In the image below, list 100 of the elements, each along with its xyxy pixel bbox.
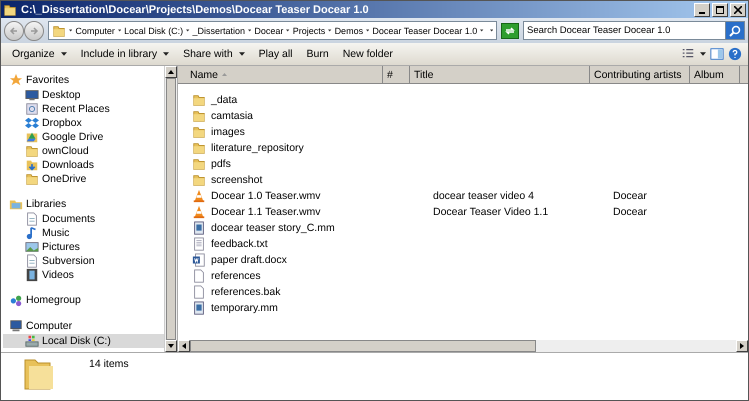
minimize-button[interactable]	[694, 2, 710, 16]
table-cell: Docear	[613, 206, 647, 218]
column-header[interactable]: Name	[186, 66, 383, 83]
toolbar-menu[interactable]: Share with	[178, 46, 250, 62]
dropbox-icon	[25, 116, 39, 130]
close-button[interactable]	[730, 2, 746, 16]
back-arrow-icon	[9, 26, 19, 36]
caret-icon	[238, 52, 245, 56]
file-name[interactable]: references.bak	[211, 286, 280, 298]
folder-icon	[192, 93, 206, 107]
nav-group[interactable]: Favorites	[9, 72, 164, 87]
recent-places-icon	[25, 102, 39, 116]
file-name[interactable]: screenshot	[211, 174, 262, 186]
chevron-icon	[186, 29, 190, 32]
file-name[interactable]: Docear 1.1 Teaser.wmv	[211, 206, 321, 218]
scroll-left-icon	[182, 343, 186, 349]
maximize-icon	[716, 6, 724, 14]
breadcrumb[interactable]: Projects	[292, 26, 326, 36]
computer-icon	[9, 318, 23, 332]
word-document-icon	[192, 253, 206, 267]
nav-item[interactable]: Music	[9, 226, 164, 240]
file-name[interactable]: Docear 1.0 Teaser.wmv	[211, 190, 321, 202]
caret-icon	[163, 52, 170, 56]
breadcrumb[interactable]: Docear	[254, 26, 284, 36]
nav-item[interactable]: Desktop	[9, 88, 164, 102]
folder-icon	[192, 109, 206, 123]
item-count: 14 items	[89, 358, 129, 370]
nav-item[interactable]: Downloads	[9, 158, 164, 172]
nav-group[interactable]: Homegroup	[9, 292, 164, 307]
file-name[interactable]: _data	[211, 94, 238, 106]
nav-group[interactable]: Computer	[9, 318, 164, 333]
table-cell: docear teaser video 4	[433, 190, 534, 202]
file-name[interactable]: docear teaser story_C.mm	[211, 222, 335, 234]
breadcrumb[interactable]: Computer	[75, 26, 115, 36]
nav-item[interactable]: Local Disk (C:)	[3, 334, 164, 348]
nav-group[interactable]: Libraries	[9, 196, 164, 211]
nav-item[interactable]: Subversion	[9, 254, 164, 268]
chevron-icon	[490, 29, 493, 32]
folder-icon	[3, 2, 17, 16]
toolbar-button[interactable]: Play all	[254, 46, 298, 62]
toolbar-button[interactable]: Burn	[302, 46, 334, 62]
toolbar-menu[interactable]: Organize	[7, 46, 72, 62]
file-name[interactable]: literature_repository	[211, 142, 304, 154]
back-button[interactable]	[4, 20, 24, 40]
scroll-up-icon	[168, 70, 174, 74]
disk-drive-icon	[25, 334, 39, 348]
breadcrumb[interactable]: Local Disk (C:)	[124, 26, 184, 36]
close-icon	[734, 6, 742, 14]
search-button[interactable]	[725, 21, 745, 40]
minimize-icon	[699, 12, 705, 14]
chevron-icon	[248, 29, 252, 32]
nav-item[interactable]: Dropbox	[9, 116, 164, 130]
nav-item[interactable]: Pictures	[9, 240, 164, 254]
nav-item[interactable]: OneDrive	[9, 172, 164, 186]
file-name[interactable]: paper draft.docx	[211, 254, 287, 266]
search-field[interactable]: Search Docear Teaser Docear 1.0	[523, 21, 725, 40]
blank-file-icon	[192, 285, 206, 299]
blank-file-icon	[192, 269, 206, 283]
chevron-icon	[366, 29, 370, 32]
column-header[interactable]: Title	[410, 66, 590, 83]
file-name[interactable]: references	[211, 270, 261, 282]
nav-item[interactable]: Documents	[9, 212, 164, 226]
column-header[interactable]: Contributing artists	[590, 66, 690, 83]
folder-icon	[192, 125, 206, 139]
breadcrumb[interactable]: Demos	[334, 26, 364, 36]
toolbar-button[interactable]: New folder	[338, 46, 398, 62]
chevron-icon	[69, 29, 72, 32]
downloads-folder-icon	[25, 158, 39, 172]
folder-icon	[192, 173, 206, 187]
traffic-cone-icon	[192, 205, 206, 219]
toolbar-menu[interactable]: Include in library	[76, 46, 174, 62]
help-icon[interactable]	[728, 47, 742, 61]
column-header[interactable]: Album	[690, 66, 740, 83]
folder-icon	[25, 144, 39, 158]
chevron-icon	[286, 29, 290, 32]
file-name[interactable]: images	[211, 126, 245, 138]
nav-item[interactable]: Google Drive	[9, 130, 164, 144]
forward-button[interactable]	[24, 20, 44, 40]
breadcrumb[interactable]: _Dissertation	[192, 26, 246, 36]
column-header[interactable]: #	[383, 66, 410, 83]
vertical-scrollbar[interactable]	[164, 66, 177, 352]
breadcrumb[interactable]: Docear Teaser Docear 1.0	[372, 26, 478, 36]
caret-icon	[60, 52, 67, 56]
star-icon	[9, 72, 23, 86]
refresh-button[interactable]	[501, 22, 519, 38]
preview-pane-icon[interactable]	[710, 47, 724, 61]
maximize-button[interactable]	[712, 2, 728, 16]
file-name[interactable]: feedback.txt	[211, 238, 268, 250]
file-name[interactable]: temporary.mm	[211, 302, 278, 314]
nav-item[interactable]: ownCloud	[9, 144, 164, 158]
nav-item[interactable]: Videos	[9, 268, 164, 282]
text-file-icon	[192, 237, 206, 251]
desktop-icon	[25, 88, 39, 102]
nav-item[interactable]: Recent Places	[9, 102, 164, 116]
file-name[interactable]: pdfs	[211, 158, 231, 170]
mind-map-file-icon	[192, 221, 206, 235]
window-title: C:\_Dissertation\Docear\Projects\Demos\Docear Teaser Docear 1.0	[21, 4, 370, 16]
horizontal-scrollbar[interactable]	[178, 340, 748, 352]
address-bar[interactable]: Computer Local Disk (C:) _Dissertation Docear Projects Demos Docear Teaser Docear 1.0	[48, 21, 497, 40]
file-name[interactable]: camtasia	[211, 110, 254, 122]
